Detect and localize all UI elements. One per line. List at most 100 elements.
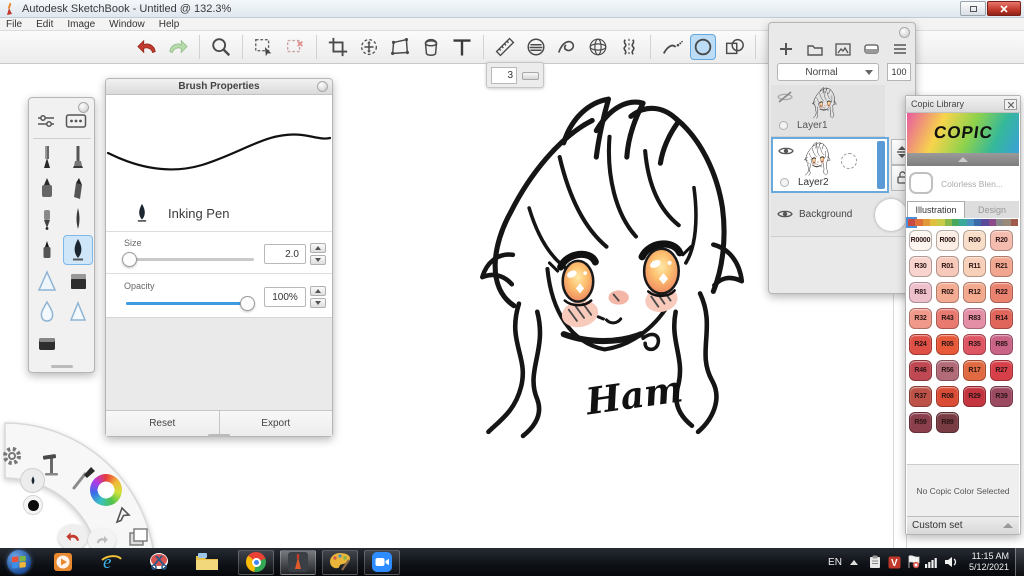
background-color-swatch[interactable] (875, 199, 907, 231)
tool-marker[interactable] (32, 173, 62, 203)
layers-menu-icon[interactable] (889, 40, 911, 58)
tool-airbrush[interactable] (32, 266, 62, 296)
opacity-slider-thumb[interactable] (240, 296, 255, 311)
copic-swatch-R56[interactable]: R56 (936, 360, 959, 381)
tool-chisel-marker[interactable] (63, 173, 93, 203)
redo-icon[interactable] (165, 34, 191, 60)
copic-strip-chip[interactable] (959, 219, 967, 226)
copic-swatch-R59[interactable]: R59 (909, 412, 932, 433)
transform-tool-icon[interactable] (356, 34, 382, 60)
size-value[interactable]: 2.0 (264, 244, 306, 264)
menu-image[interactable]: Image (67, 19, 95, 30)
select-tool-icon[interactable] (251, 34, 277, 60)
colorless-blender-row[interactable]: Colorless Blen... (907, 166, 1019, 201)
taskbar-snipping-tool-icon[interactable] (146, 549, 172, 575)
copic-swatch-R32[interactable]: R32 (909, 308, 932, 329)
language-indicator[interactable]: EN (828, 557, 842, 568)
copic-swatch-R21[interactable]: R21 (990, 256, 1013, 277)
tray-chevron-icon[interactable] (849, 559, 858, 565)
layer2-scroll-handle[interactable] (877, 141, 885, 189)
copic-swatch-R12[interactable]: R12 (963, 282, 986, 303)
tool-paintbrush[interactable] (63, 142, 93, 172)
brush-size-slider-handle[interactable] (522, 72, 539, 80)
tool-felt-pen[interactable] (32, 235, 62, 265)
copic-swatch-R35[interactable]: R35 (963, 334, 986, 355)
import-image-icon[interactable] (832, 40, 854, 58)
layer2-radio[interactable] (780, 178, 789, 187)
brush-settings-icon[interactable] (35, 112, 57, 130)
custom-set-bar[interactable]: Custom set (907, 516, 1019, 534)
copic-swatch-R17[interactable]: R17 (963, 360, 986, 381)
copic-swatch-R14[interactable]: R14 (990, 308, 1013, 329)
current-color-puck[interactable] (23, 495, 43, 515)
opacity-value[interactable]: 100% (264, 287, 306, 307)
copic-strip-chip[interactable] (981, 219, 989, 226)
copic-swatch-R81[interactable]: R81 (909, 282, 932, 303)
brush-properties-title[interactable]: Brush Properties (106, 79, 332, 95)
copic-strip-chip[interactable] (966, 219, 974, 226)
ellipse-tool-icon[interactable] (690, 34, 716, 60)
menu-edit[interactable]: Edit (36, 19, 53, 30)
lagoon-gear-icon[interactable] (0, 444, 24, 473)
taskbar-media-player-icon[interactable] (50, 549, 76, 575)
brush-properties-collapse-button[interactable] (317, 81, 328, 92)
tool-water-drop[interactable] (32, 297, 62, 327)
lagoon-undo-button[interactable] (58, 524, 88, 550)
copic-strip-chip[interactable] (922, 219, 930, 226)
show-desktop-button[interactable] (1015, 548, 1024, 576)
copic-swatch-R22[interactable]: R22 (990, 282, 1013, 303)
copic-strip-chip[interactable] (973, 219, 982, 226)
layer-folder-icon[interactable] (804, 40, 826, 58)
taskbar-paint-button[interactable] (322, 549, 358, 575)
opacity-step-up[interactable] (310, 286, 326, 296)
size-step-up[interactable] (310, 243, 326, 253)
add-layer-icon[interactable] (775, 40, 797, 58)
copic-strip-chip[interactable] (905, 217, 918, 228)
start-button[interactable] (6, 549, 32, 575)
menu-window[interactable]: Window (109, 19, 145, 30)
taskbar-zoom-button[interactable] (364, 549, 400, 575)
copic-strip-chip[interactable] (951, 219, 960, 226)
menu-file[interactable]: File (6, 19, 22, 30)
brush-size-hud[interactable]: 3 (486, 62, 544, 88)
visibility-on-icon[interactable] (777, 208, 793, 220)
restore-button[interactable] (960, 1, 986, 16)
copic-swatch-R29[interactable]: R29 (963, 386, 986, 407)
fill-tool-icon[interactable] (418, 34, 444, 60)
current-brush-puck[interactable] (20, 468, 45, 493)
shapes-tool-icon[interactable] (721, 34, 747, 60)
layer-opacity-field[interactable]: 100 (887, 63, 911, 81)
size-slider-thumb[interactable] (122, 252, 137, 267)
distort-tool-icon[interactable] (387, 34, 413, 60)
tool-flat-marker[interactable] (63, 266, 93, 296)
copic-strip-chip[interactable] (937, 219, 945, 226)
symmetry-tool-icon[interactable] (616, 34, 642, 60)
copic-swatch-R27[interactable]: R27 (990, 360, 1013, 381)
tool-ballpoint-pen[interactable] (32, 204, 62, 234)
copic-title-bar[interactable]: Copic Library (906, 96, 1020, 113)
copic-swatch-R39[interactable]: R39 (990, 386, 1013, 407)
taskbar-internet-explorer-icon[interactable]: e (98, 549, 124, 575)
copic-swatch-R83[interactable]: R83 (963, 308, 986, 329)
blender-swatch[interactable] (909, 172, 933, 194)
deselect-tool-icon[interactable] (282, 34, 308, 60)
tool-smear[interactable] (63, 297, 93, 327)
tray-network-icon[interactable] (925, 554, 940, 570)
menu-help[interactable]: Help (159, 19, 180, 30)
opacity-step-down[interactable] (310, 298, 326, 308)
size-slider-track[interactable] (126, 258, 254, 261)
copic-swatch-R08[interactable]: R08 (936, 386, 959, 407)
copic-swatch-R02[interactable]: R02 (936, 282, 959, 303)
copic-strip-chip[interactable] (988, 219, 996, 226)
brush-properties-drag-handle[interactable] (208, 434, 230, 437)
tray-clock[interactable]: 11:15 AM 5/12/2021 (969, 551, 1009, 573)
copic-swatch-R46[interactable]: R46 (909, 360, 932, 381)
layer-item-layer2[interactable]: Layer2 (771, 137, 889, 193)
crop-tool-icon[interactable] (325, 34, 351, 60)
perspective-tool-icon[interactable] (585, 34, 611, 60)
copic-swatch-R05[interactable]: R05 (936, 334, 959, 355)
palette-drag-handle[interactable] (50, 365, 73, 368)
layers-collapse-button[interactable] (899, 27, 910, 38)
steady-stroke-icon[interactable] (659, 34, 685, 60)
tool-inking-pen[interactable] (63, 235, 93, 265)
